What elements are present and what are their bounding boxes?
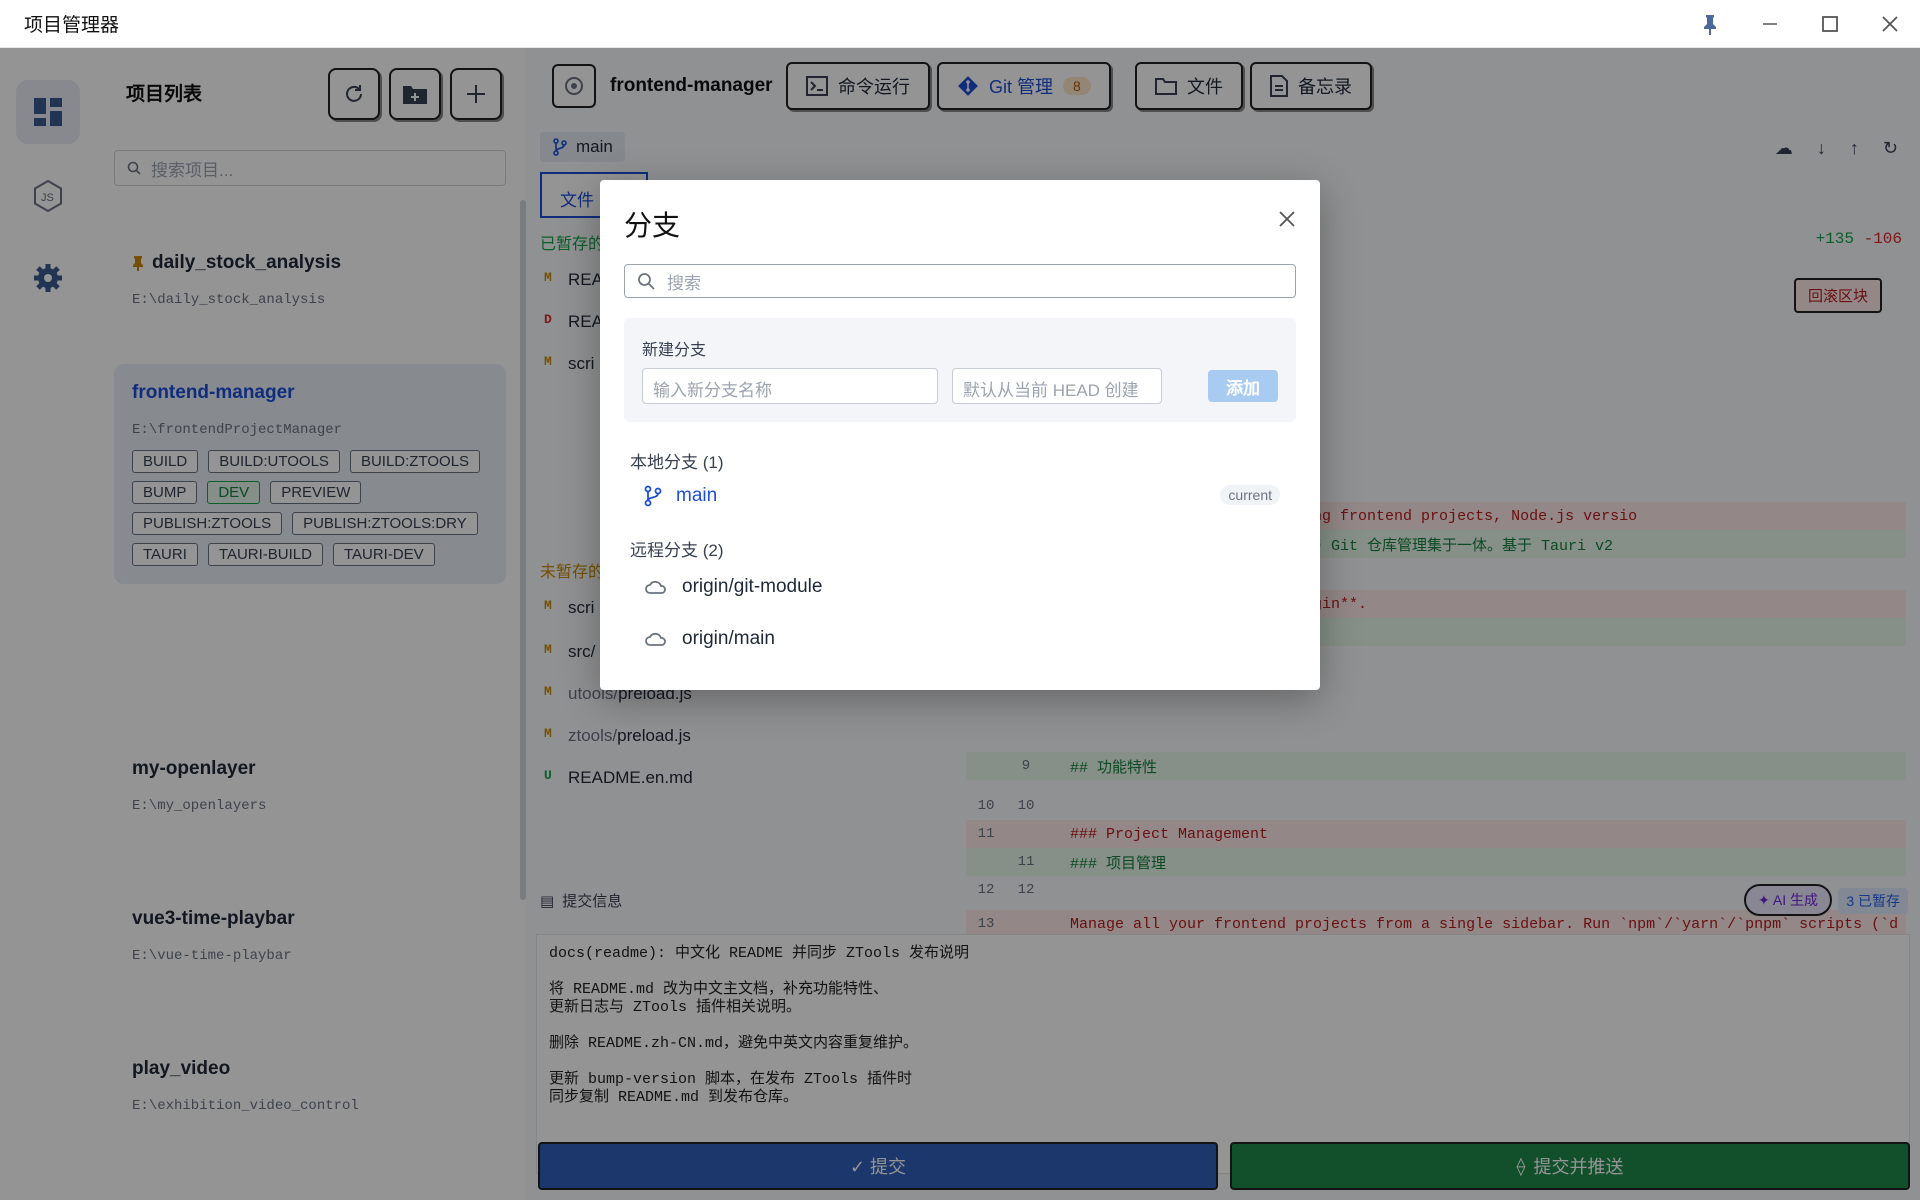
cloud-icon (645, 632, 666, 646)
cloud-icon (645, 580, 666, 594)
branch-item-remote[interactable]: origin/git-module (644, 576, 822, 598)
search-placeholder: 搜索 (667, 273, 701, 293)
branch-name: origin/git-module (682, 576, 823, 597)
branch-icon (644, 485, 662, 507)
branch-name: origin/main (682, 628, 775, 649)
close-button[interactable] (1860, 0, 1920, 48)
search-icon (638, 273, 655, 290)
current-badge: current (1220, 485, 1280, 505)
pin-icon[interactable] (1680, 0, 1740, 48)
add-branch-button[interactable]: 添加 (1208, 370, 1278, 402)
base-ref-input[interactable]: 默认从当前 HEAD 创建 (952, 368, 1162, 404)
window-title: 项目管理器 (24, 15, 120, 36)
minimize-button[interactable] (1740, 0, 1800, 48)
branch-dialog: 分支 搜索 新建分支 输入新分支名称 默认从当前 HEAD 创建 添加 本地分支… (600, 180, 1320, 690)
title-bar: 项目管理器 (0, 0, 1920, 48)
new-branch-section: 新建分支 输入新分支名称 默认从当前 HEAD 创建 添加 (624, 318, 1296, 422)
branch-name: main (676, 485, 718, 506)
branch-search-input[interactable]: 搜索 (624, 264, 1296, 298)
maximize-button[interactable] (1800, 0, 1860, 48)
new-branch-name-input[interactable]: 输入新分支名称 (642, 368, 938, 404)
dialog-title: 分支 (624, 210, 681, 241)
new-branch-label: 新建分支 (642, 342, 707, 359)
branch-item-remote[interactable]: origin/main (644, 628, 775, 650)
branch-item-main[interactable]: main (644, 485, 717, 507)
local-branches-label: 本地分支 (1) (630, 453, 724, 472)
close-icon[interactable] (1278, 204, 1296, 235)
remote-branches-label: 远程分支 (2) (630, 541, 724, 560)
